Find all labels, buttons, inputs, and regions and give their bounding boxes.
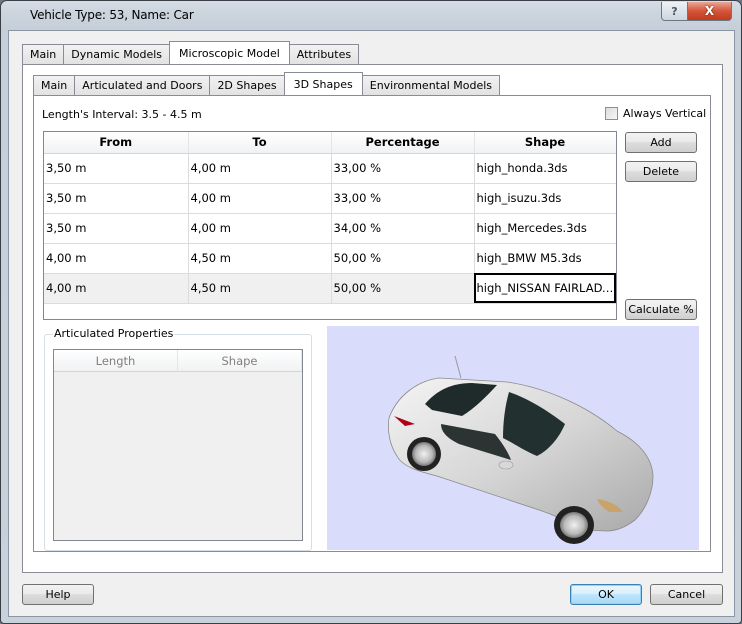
cell-shape[interactable]: high_BMW M5.3ds — [474, 243, 616, 274]
tab-inner-main[interactable]: Main — [33, 75, 76, 95]
cell-shape[interactable]: high_isuzu.3ds — [474, 183, 616, 214]
cell-percentage[interactable]: 34,00 % — [331, 213, 475, 244]
column-header-from[interactable]: From — [44, 132, 189, 154]
question-icon: ? — [671, 4, 678, 18]
3d-model-preview[interactable] — [327, 326, 699, 550]
window-title: Vehicle Type: 53, Name: Car — [30, 8, 194, 22]
cell-shape-focused[interactable]: high_NISSAN FAIRLADY... — [474, 273, 616, 304]
inner-tab-strip: Main Articulated and Doors 2D Shapes 3D … — [33, 72, 501, 95]
vehicle-type-dialog: Vehicle Type: 53, Name: Car ? X Main Dyn… — [0, 0, 742, 624]
side-mirror — [498, 460, 514, 470]
cell-from[interactable]: 4,00 m — [44, 243, 189, 274]
articulated-properties-legend: Articulated Properties — [53, 327, 175, 340]
cell-shape[interactable]: high_honda.3ds — [474, 153, 616, 184]
tab-main[interactable]: Main — [22, 44, 65, 64]
car-model-image — [388, 355, 654, 544]
column-header-shape[interactable]: Shape — [474, 132, 616, 154]
tab-3d-shapes[interactable]: 3D Shapes — [283, 72, 363, 95]
dialog-client-area: Main Dynamic Models Microscopic Model At… — [8, 30, 735, 617]
cell-from[interactable]: 3,50 m — [44, 183, 189, 214]
delete-button[interactable]: Delete — [625, 161, 697, 182]
cell-to[interactable]: 4,00 m — [188, 213, 332, 244]
tab-label: Environmental Models — [369, 79, 493, 92]
cell-from[interactable]: 4,00 m — [44, 273, 189, 304]
column-header-shape[interactable]: Shape — [178, 350, 302, 371]
table-row[interactable]: 3,50 m 4,00 m 34,00 % high_Mercedes.3ds — [44, 213, 616, 244]
cell-percentage[interactable]: 33,00 % — [331, 153, 475, 184]
always-vertical-label: Always Vertical — [623, 107, 707, 120]
table-header-row: From To Percentage Shape — [44, 132, 616, 154]
front-rim — [560, 512, 588, 538]
tab-label: Articulated and Doors — [82, 79, 203, 92]
table-row[interactable]: 3,50 m 4,00 m 33,00 % high_honda.3ds — [44, 153, 616, 184]
column-header-length[interactable]: Length — [54, 350, 178, 371]
checkbox-box[interactable] — [605, 107, 618, 120]
tab-attributes[interactable]: Attributes — [288, 44, 360, 64]
antenna — [454, 355, 462, 379]
articulated-table-header: Length Shape — [54, 350, 302, 372]
column-header-to[interactable]: To — [188, 132, 332, 154]
cell-to[interactable]: 4,00 m — [188, 153, 332, 184]
tab-microscopic-model[interactable]: Microscopic Model — [169, 41, 290, 64]
cell-shape[interactable]: high_Mercedes.3ds — [474, 213, 616, 244]
tab-dynamic-models[interactable]: Dynamic Models — [63, 44, 171, 64]
articulated-table[interactable]: Length Shape — [53, 349, 303, 541]
ok-button[interactable]: OK — [570, 584, 642, 605]
cell-to[interactable]: 4,50 m — [188, 273, 332, 304]
tab-label: Main — [30, 48, 57, 61]
tab-label: Attributes — [296, 48, 352, 61]
help-button[interactable]: Help — [22, 584, 94, 605]
cell-from[interactable]: 3,50 m — [44, 153, 189, 184]
cell-percentage[interactable]: 33,00 % — [331, 183, 475, 214]
tab-label: Microscopic Model — [179, 46, 280, 60]
tab-label: Main — [41, 79, 68, 92]
length-interval-label: Length's Interval: 3.5 - 4.5 m — [42, 108, 202, 121]
table-row[interactable]: 3,50 m 4,00 m 33,00 % high_isuzu.3ds — [44, 183, 616, 214]
tab-articulated-and-doors[interactable]: Articulated and Doors — [74, 75, 211, 95]
add-button[interactable]: Add — [625, 132, 697, 153]
cell-from[interactable]: 3,50 m — [44, 213, 189, 244]
tab-environmental-models[interactable]: Environmental Models — [361, 75, 501, 95]
rear-rim — [412, 442, 436, 466]
cell-to[interactable]: 4,00 m — [188, 183, 332, 214]
close-button[interactable]: X — [687, 2, 732, 21]
tab-label: Dynamic Models — [71, 48, 163, 61]
table-row[interactable]: 4,00 m 4,50 m 50,00 % high_BMW M5.3ds — [44, 243, 616, 274]
table-row-selected[interactable]: 4,00 m 4,50 m 50,00 % high_NISSAN FAIRLA… — [44, 273, 616, 304]
shapes-table[interactable]: From To Percentage Shape 3,50 m 4,00 m 3… — [43, 131, 617, 320]
help-caption-button[interactable]: ? — [661, 2, 688, 21]
column-header-percentage[interactable]: Percentage — [331, 132, 475, 154]
outer-tab-strip: Main Dynamic Models Microscopic Model At… — [22, 41, 360, 64]
tab-label: 3D Shapes — [293, 77, 353, 91]
calculate-percent-button[interactable]: Calculate % — [625, 299, 697, 320]
close-icon: X — [704, 4, 715, 18]
tab-2d-shapes[interactable]: 2D Shapes — [209, 75, 285, 95]
tab-label: 2D Shapes — [217, 79, 277, 92]
title-bar[interactable]: Vehicle Type: 53, Name: Car ? X — [1, 1, 741, 31]
cancel-button[interactable]: Cancel — [650, 584, 723, 605]
cell-percentage[interactable]: 50,00 % — [331, 243, 475, 274]
always-vertical-checkbox[interactable]: Always Vertical — [605, 107, 706, 120]
cell-percentage[interactable]: 50,00 % — [331, 273, 475, 304]
cell-to[interactable]: 4,50 m — [188, 243, 332, 274]
